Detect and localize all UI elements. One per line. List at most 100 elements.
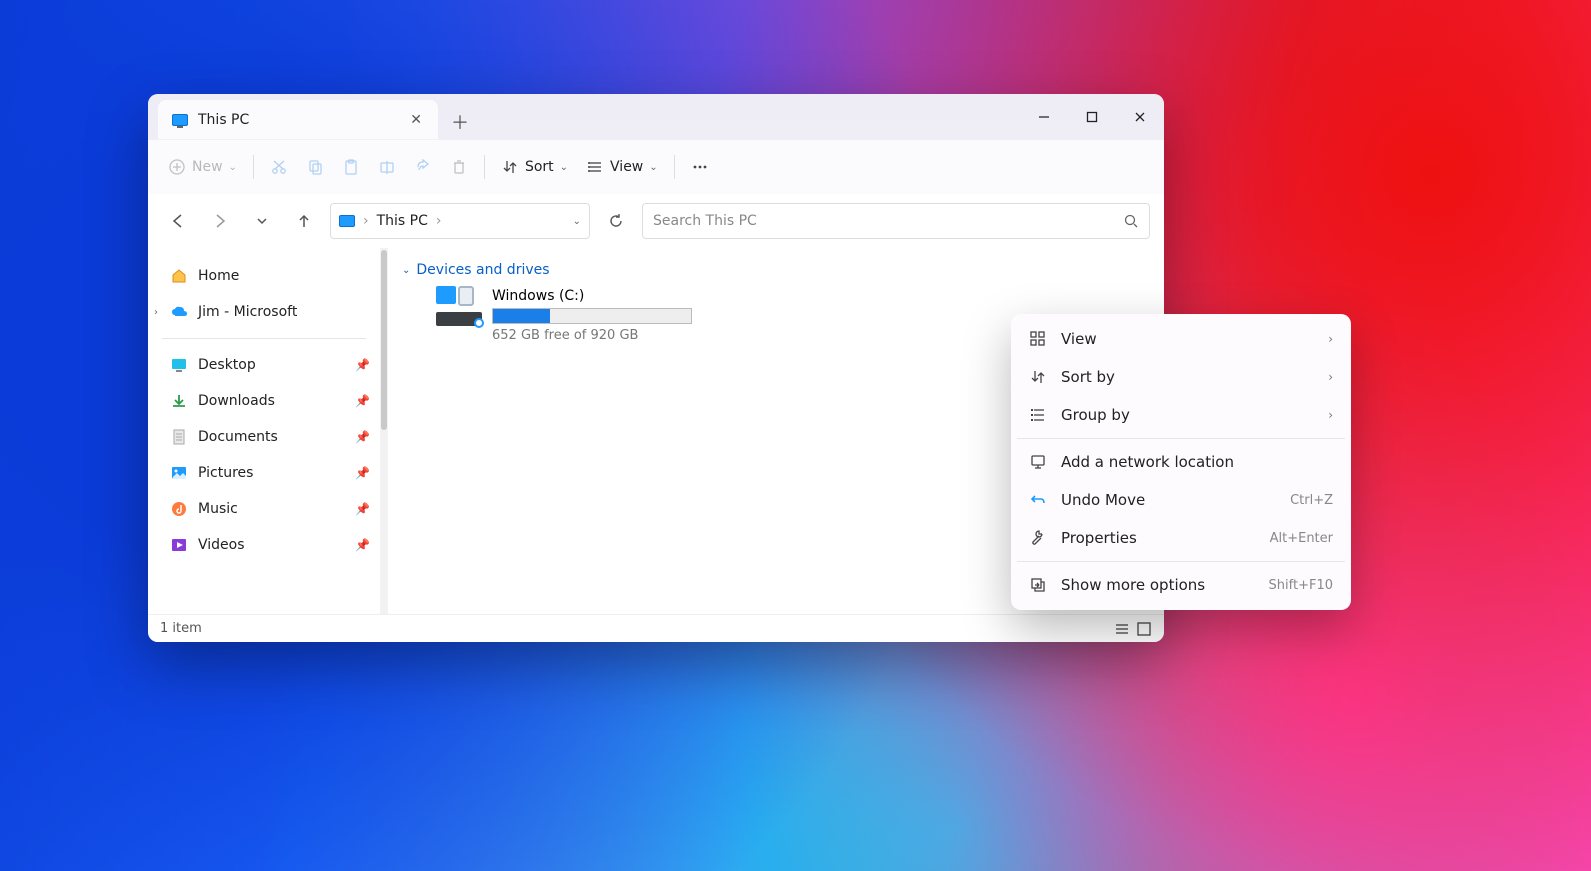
search-box[interactable]: Search This PC	[642, 203, 1150, 239]
search-placeholder: Search This PC	[653, 213, 757, 229]
cut-button[interactable]	[262, 149, 296, 185]
ctx-label: Properties	[1061, 529, 1137, 547]
group-label: Devices and drives	[416, 262, 549, 278]
ctx-label: Sort by	[1061, 368, 1115, 386]
ctx-label: Show more options	[1061, 576, 1205, 594]
tab-this-pc[interactable]: This PC ✕	[158, 100, 438, 140]
sidebar-label: Music	[198, 501, 238, 517]
sidebar-label: Documents	[198, 429, 278, 445]
music-icon	[170, 500, 188, 518]
separator	[484, 155, 485, 179]
new-button[interactable]: New ⌄	[160, 149, 245, 185]
address-bar[interactable]: › This PC › ⌄	[330, 203, 590, 239]
ctx-network[interactable]: Add a network location	[1017, 443, 1345, 481]
desktop-icon	[170, 356, 188, 374]
view-button[interactable]: View ⌄	[578, 149, 666, 185]
add-tab-button[interactable]: ＋	[442, 104, 478, 140]
paste-button[interactable]	[334, 149, 368, 185]
close-tab-icon[interactable]: ✕	[406, 108, 426, 132]
breadcrumb-sep: ›	[363, 213, 369, 229]
sidebar-label: Videos	[198, 537, 245, 553]
search-icon	[1123, 213, 1139, 229]
this-pc-icon	[339, 215, 355, 227]
sidebar-scrollbar[interactable]	[380, 248, 388, 614]
chevron-right-icon: ›	[1328, 370, 1333, 384]
network-icon	[1029, 453, 1047, 471]
sidebar-music[interactable]: Music 📌	[148, 491, 380, 527]
maximize-button[interactable]	[1068, 94, 1116, 140]
rename-button[interactable]	[370, 149, 404, 185]
sidebar-label: Pictures	[198, 465, 253, 481]
up-button[interactable]	[288, 205, 320, 237]
refresh-button[interactable]	[600, 205, 632, 237]
onedrive-icon	[170, 303, 188, 321]
ctx-group[interactable]: Group by ›	[1017, 396, 1345, 434]
undo-icon	[1029, 491, 1047, 509]
sidebar-label: Jim - Microsoft	[198, 304, 297, 320]
pin-icon[interactable]: 📌	[355, 466, 370, 480]
sidebar-home[interactable]: Home	[148, 258, 380, 294]
grid-icon	[1029, 330, 1047, 348]
ctx-label: Undo Move	[1061, 491, 1145, 509]
status-bar: 1 item	[148, 614, 1164, 642]
wrench-icon	[1029, 529, 1047, 547]
pin-icon[interactable]: 📌	[355, 394, 370, 408]
sidebar-label: Downloads	[198, 393, 275, 409]
separator	[253, 155, 254, 179]
back-button[interactable]	[162, 205, 194, 237]
delete-button[interactable]	[442, 149, 476, 185]
ctx-label: View	[1061, 330, 1097, 348]
nav-row: › This PC › ⌄ Search This PC	[148, 194, 1164, 248]
sidebar-label: Desktop	[198, 357, 256, 373]
ctx-more[interactable]: Show more options Shift+F10	[1017, 566, 1345, 604]
ctx-undo[interactable]: Undo Move Ctrl+Z	[1017, 481, 1345, 519]
separator	[1017, 561, 1345, 562]
toolbar: New ⌄ Sort ⌄ View ⌄	[148, 140, 1164, 194]
more-options-icon	[1029, 576, 1047, 594]
share-button[interactable]	[406, 149, 440, 185]
pin-icon[interactable]: 📌	[355, 502, 370, 516]
sort-button[interactable]: Sort ⌄	[493, 149, 576, 185]
drive-name: Windows (C:)	[492, 288, 692, 304]
sidebar-pictures[interactable]: Pictures 📌	[148, 455, 380, 491]
icons-view-icon[interactable]	[1136, 621, 1152, 637]
separator	[674, 155, 675, 179]
sidebar-documents[interactable]: Documents 📌	[148, 419, 380, 455]
context-menu: View › Sort by › Group by › Add a networ…	[1011, 314, 1351, 610]
sidebar-desktop[interactable]: Desktop 📌	[148, 347, 380, 383]
ctx-properties[interactable]: Properties Alt+Enter	[1017, 519, 1345, 557]
ctx-view[interactable]: View ›	[1017, 320, 1345, 358]
documents-icon	[170, 428, 188, 446]
minimize-button[interactable]	[1020, 94, 1068, 140]
sidebar-cloud[interactable]: › Jim - Microsoft	[148, 294, 380, 330]
pin-icon[interactable]: 📌	[355, 430, 370, 444]
sidebar-videos[interactable]: Videos 📌	[148, 527, 380, 563]
ctx-sort[interactable]: Sort by ›	[1017, 358, 1345, 396]
window-controls	[1020, 94, 1164, 140]
forward-button[interactable]	[204, 205, 236, 237]
close-button[interactable]	[1116, 94, 1164, 140]
ctx-shortcut: Ctrl+Z	[1290, 493, 1333, 508]
recent-button[interactable]	[246, 205, 278, 237]
sort-label: Sort	[525, 159, 554, 175]
sort-icon	[1029, 368, 1047, 386]
copy-button[interactable]	[298, 149, 332, 185]
more-button[interactable]	[683, 149, 717, 185]
expand-icon[interactable]: ›	[154, 307, 158, 318]
scroll-thumb[interactable]	[381, 250, 387, 430]
breadcrumb-sep: ›	[436, 213, 442, 229]
sidebar-downloads[interactable]: Downloads 📌	[148, 383, 380, 419]
chevron-right-icon: ›	[1328, 332, 1333, 346]
chevron-down-icon[interactable]: ⌄	[573, 216, 581, 227]
chevron-down-icon: ⌄	[402, 265, 410, 276]
videos-icon	[170, 536, 188, 554]
view-switcher	[1114, 621, 1152, 637]
breadcrumb-this-pc[interactable]: This PC	[377, 213, 428, 229]
ctx-label: Add a network location	[1061, 453, 1234, 471]
pin-icon[interactable]: 📌	[355, 358, 370, 372]
details-view-icon[interactable]	[1114, 621, 1130, 637]
title-bar: This PC ✕ ＋	[148, 94, 1164, 140]
pin-icon[interactable]: 📌	[355, 538, 370, 552]
group-devices[interactable]: ⌄ Devices and drives	[402, 262, 1150, 278]
drive-info: Windows (C:) 652 GB free of 920 GB	[492, 288, 692, 343]
